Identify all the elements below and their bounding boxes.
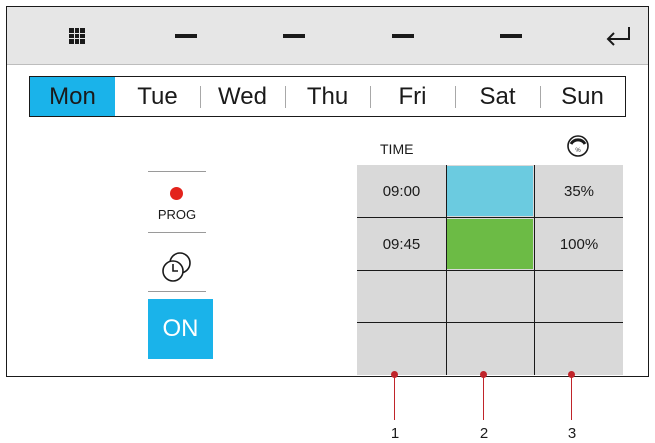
callout-line-2 bbox=[483, 376, 484, 420]
callout-line-3 bbox=[571, 376, 572, 420]
day-tab-fri[interactable]: Fri bbox=[370, 77, 455, 116]
time-cell-row-1[interactable]: 09:00 bbox=[357, 165, 446, 217]
schedule-table: 09:00 35% 09:45 100% bbox=[357, 165, 623, 375]
level-cell-row-4[interactable] bbox=[535, 323, 623, 375]
dash-button-4[interactable] bbox=[476, 7, 546, 65]
separator bbox=[148, 232, 206, 233]
mode-swatch-row-2[interactable] bbox=[447, 219, 533, 269]
on-button[interactable]: ON bbox=[148, 299, 213, 359]
level-cell-row-3[interactable] bbox=[535, 271, 623, 323]
callout-number-2: 2 bbox=[479, 425, 489, 442]
level-cell-row-2[interactable]: 100% bbox=[535, 218, 623, 270]
dash-icon bbox=[283, 34, 305, 38]
dash-icon bbox=[500, 34, 522, 38]
prog-indicator-dot bbox=[170, 187, 183, 200]
dash-icon bbox=[392, 34, 414, 38]
grid-menu-button[interactable] bbox=[42, 7, 112, 65]
return-arrow-icon bbox=[606, 27, 630, 46]
prog-label: PROG bbox=[157, 207, 197, 222]
callout-number-1: 1 bbox=[390, 425, 400, 442]
day-tab-thu[interactable]: Thu bbox=[285, 77, 370, 116]
mode-swatch-row-1[interactable] bbox=[447, 166, 533, 216]
dash-button-3[interactable] bbox=[368, 7, 438, 65]
clock-program-icon[interactable] bbox=[160, 250, 194, 284]
day-tab-wed[interactable]: Wed bbox=[200, 77, 285, 116]
day-tab-mon[interactable]: Mon bbox=[30, 77, 115, 116]
thermostat-screen: Mon Tue Wed Thu Fri Sat Sun PROG ON TIME… bbox=[6, 6, 649, 377]
mode-cell-row-3[interactable] bbox=[447, 271, 534, 323]
time-cell-row-4[interactable] bbox=[357, 323, 446, 375]
separator bbox=[148, 171, 206, 172]
callout-line-1 bbox=[394, 376, 395, 420]
percent-dial-icon: % bbox=[567, 135, 589, 157]
day-tab-sun[interactable]: Sun bbox=[540, 77, 625, 116]
dash-icon bbox=[175, 34, 197, 38]
day-selector: Mon Tue Wed Thu Fri Sat Sun bbox=[29, 76, 626, 117]
callout-number-3: 3 bbox=[567, 425, 577, 442]
time-cell-row-2[interactable]: 09:45 bbox=[357, 218, 446, 270]
grid-icon bbox=[69, 28, 85, 44]
svg-text:%: % bbox=[575, 148, 581, 154]
top-toolbar bbox=[7, 7, 648, 65]
back-button[interactable] bbox=[583, 7, 653, 65]
separator bbox=[148, 291, 206, 292]
day-tab-tue[interactable]: Tue bbox=[115, 77, 200, 116]
time-column-header: TIME bbox=[380, 141, 414, 157]
day-tab-sat[interactable]: Sat bbox=[455, 77, 540, 116]
dash-button-1[interactable] bbox=[151, 7, 221, 65]
dash-button-2[interactable] bbox=[259, 7, 329, 65]
level-cell-row-1[interactable]: 35% bbox=[535, 165, 623, 217]
mode-cell-row-4[interactable] bbox=[447, 323, 534, 375]
time-cell-row-3[interactable] bbox=[357, 271, 446, 323]
